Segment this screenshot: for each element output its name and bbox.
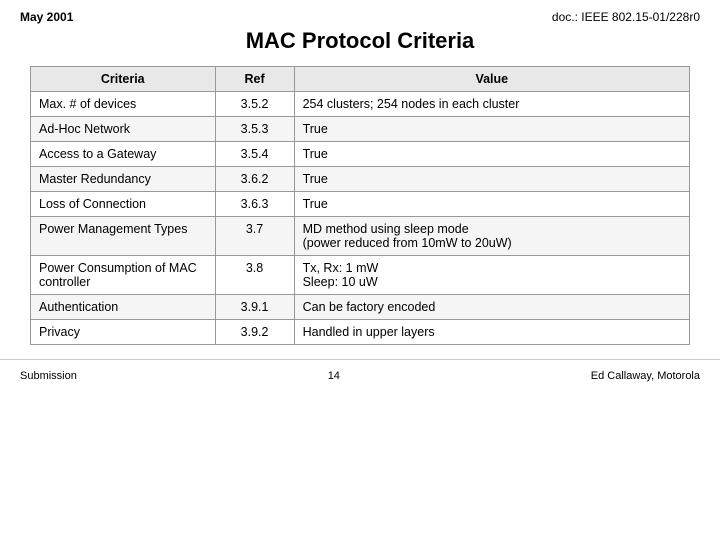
table-row: Power Management Types3.7MD method using… bbox=[31, 217, 690, 256]
table-header-row: Criteria Ref Value bbox=[31, 67, 690, 92]
table-row: Master Redundancy3.6.2True bbox=[31, 167, 690, 192]
table-wrapper: Criteria Ref Value Max. # of devices3.5.… bbox=[0, 66, 720, 345]
cell-ref: 3.8 bbox=[215, 256, 294, 295]
cell-value: Tx, Rx: 1 mW Sleep: 10 uW bbox=[294, 256, 689, 295]
cell-ref: 3.5.3 bbox=[215, 117, 294, 142]
cell-criteria: Ad-Hoc Network bbox=[31, 117, 216, 142]
col-header-value: Value bbox=[294, 67, 689, 92]
header-bar: May 2001 doc.: IEEE 802.15-01/228r0 bbox=[0, 0, 720, 24]
footer-bar: Submission 14 Ed Callaway, Motorola bbox=[0, 359, 720, 382]
cell-value: True bbox=[294, 167, 689, 192]
col-header-ref: Ref bbox=[215, 67, 294, 92]
cell-ref: 3.5.4 bbox=[215, 142, 294, 167]
table-row: Authentication3.9.1Can be factory encode… bbox=[31, 295, 690, 320]
table-row: Privacy3.9.2Handled in upper layers bbox=[31, 320, 690, 345]
cell-value: Handled in upper layers bbox=[294, 320, 689, 345]
cell-criteria: Privacy bbox=[31, 320, 216, 345]
cell-ref: 3.6.2 bbox=[215, 167, 294, 192]
table-row: Loss of Connection3.6.3True bbox=[31, 192, 690, 217]
header-date: May 2001 bbox=[20, 10, 73, 24]
cell-criteria: Master Redundancy bbox=[31, 167, 216, 192]
footer-center: 14 bbox=[77, 370, 591, 382]
cell-criteria: Max. # of devices bbox=[31, 92, 216, 117]
cell-value: 254 clusters; 254 nodes in each cluster bbox=[294, 92, 689, 117]
footer-left: Submission bbox=[20, 370, 77, 382]
cell-criteria: Power Consumption of MAC controller bbox=[31, 256, 216, 295]
table-row: Max. # of devices3.5.2254 clusters; 254 … bbox=[31, 92, 690, 117]
cell-ref: 3.9.1 bbox=[215, 295, 294, 320]
table-row: Ad-Hoc Network3.5.3True bbox=[31, 117, 690, 142]
cell-value: True bbox=[294, 142, 689, 167]
criteria-table: Criteria Ref Value Max. # of devices3.5.… bbox=[30, 66, 690, 345]
cell-ref: 3.7 bbox=[215, 217, 294, 256]
cell-criteria: Access to a Gateway bbox=[31, 142, 216, 167]
page-title: MAC Protocol Criteria bbox=[0, 28, 720, 54]
cell-value: MD method using sleep mode (power reduce… bbox=[294, 217, 689, 256]
cell-criteria: Power Management Types bbox=[31, 217, 216, 256]
footer-right: Ed Callaway, Motorola bbox=[591, 370, 700, 382]
col-header-criteria: Criteria bbox=[31, 67, 216, 92]
cell-criteria: Authentication bbox=[31, 295, 216, 320]
table-row: Access to a Gateway3.5.4True bbox=[31, 142, 690, 167]
table-row: Power Consumption of MAC controller3.8Tx… bbox=[31, 256, 690, 295]
cell-value: Can be factory encoded bbox=[294, 295, 689, 320]
cell-ref: 3.5.2 bbox=[215, 92, 294, 117]
cell-ref: 3.9.2 bbox=[215, 320, 294, 345]
cell-value: True bbox=[294, 117, 689, 142]
cell-ref: 3.6.3 bbox=[215, 192, 294, 217]
cell-criteria: Loss of Connection bbox=[31, 192, 216, 217]
header-doc: doc.: IEEE 802.15-01/228r0 bbox=[552, 10, 700, 24]
cell-value: True bbox=[294, 192, 689, 217]
